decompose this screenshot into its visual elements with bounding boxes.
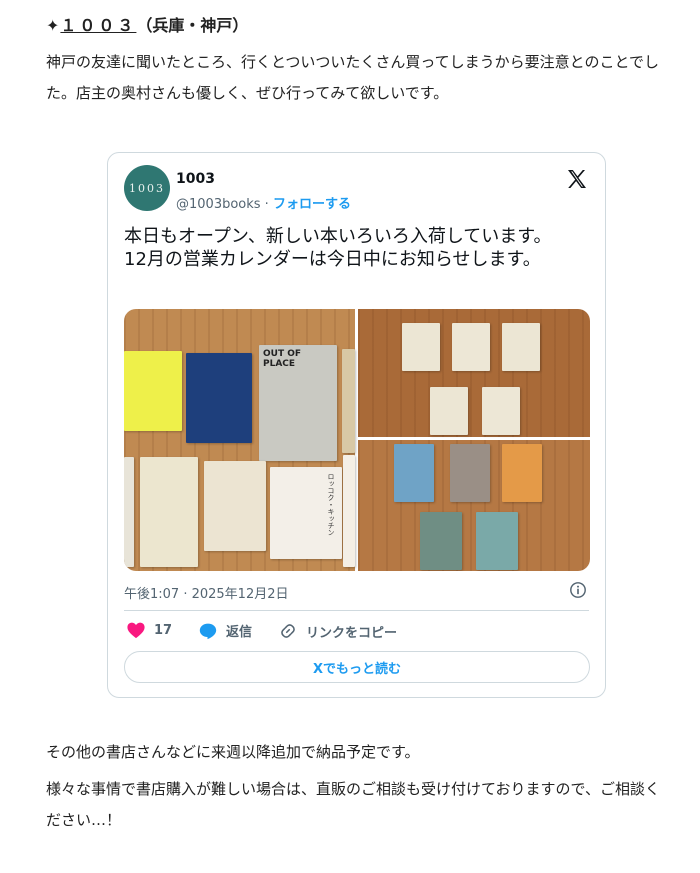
star-icon: ✦ — [46, 16, 60, 35]
heading-number[interactable]: １００３ — [60, 16, 136, 35]
embedded-tweet: 1003 1003 @1003books · フォローする 本日もオープン、新し… — [107, 152, 606, 698]
heart-icon — [127, 622, 145, 639]
book-cover — [476, 512, 518, 570]
tweet-media[interactable]: OUT OF PLACE ロッコク・キッチン — [124, 309, 590, 571]
book-cover — [140, 457, 198, 567]
card — [452, 323, 490, 371]
like-count: 17 — [154, 622, 173, 638]
book-cover — [343, 455, 355, 567]
tweet-text-line1: 本日もオープン、新しい本いろいろ入荷しています。 — [124, 226, 552, 247]
x-logo-icon[interactable] — [565, 167, 589, 191]
card — [402, 323, 440, 371]
card — [430, 387, 468, 435]
like-button[interactable]: 17 — [126, 621, 172, 639]
reply-button[interactable]: 返信 — [198, 621, 252, 640]
book-title: ロッコク・キッチン — [327, 473, 335, 536]
read-more-on-x-button[interactable]: Xでもっと読む — [124, 651, 590, 683]
book-cover — [186, 353, 252, 443]
link-icon — [281, 624, 295, 638]
book-title: OUT OF PLACE — [263, 349, 302, 369]
book-cover — [394, 444, 434, 502]
tweet-timestamp[interactable]: 午後1:07 · 2025年12月2日 — [124, 583, 289, 602]
handle[interactable]: @1003books — [176, 197, 261, 212]
tweet-text-line2: 12月の営業カレンダーは今日中にお知らせします。 — [124, 249, 541, 270]
heading-location: （兵庫・神戸） — [136, 16, 249, 35]
copy-link-button[interactable]: リンクをコピー — [278, 621, 397, 641]
book-cover — [342, 349, 355, 453]
book-cover — [420, 512, 462, 570]
photo-picture-books[interactable] — [358, 440, 590, 571]
display-name[interactable]: 1003 — [176, 171, 215, 187]
card — [482, 387, 520, 435]
user-line: @1003books · フォローする — [176, 193, 351, 212]
follow-button[interactable]: フォローする — [273, 197, 351, 212]
info-icon[interactable] — [569, 581, 587, 599]
book-cover — [502, 444, 542, 502]
photo-stationery[interactable] — [358, 309, 590, 437]
divider — [124, 610, 589, 611]
avatar[interactable]: 1003 — [124, 165, 170, 211]
reply-bubble-icon — [199, 623, 217, 639]
book-cover: OUT OF PLACE — [259, 345, 337, 461]
section-heading: ✦１００３（兵庫・神戸） — [46, 12, 248, 36]
book-cover — [204, 461, 266, 551]
book-cover — [124, 457, 134, 567]
intro-paragraph: 神戸の友達に聞いたところ、行くとついついたくさん買ってしまうから要注意とのことで… — [46, 53, 660, 102]
photo-books-table[interactable]: OUT OF PLACE ロッコク・キッチン — [124, 309, 355, 571]
card — [502, 323, 540, 371]
tweet-text: 本日もオープン、新しい本いろいろ入荷しています。 12月の営業カレンダーは今日中… — [124, 225, 586, 271]
book-cover — [124, 351, 182, 431]
separator: · — [260, 197, 273, 212]
book-cover: ロッコク・キッチン — [270, 467, 342, 559]
closing-line-2: 様々な事情で書店購入が難しい場合は、直販のご相談も受け付けておりますので、ご相談… — [46, 780, 660, 829]
copy-link-label: リンクをコピー — [306, 625, 398, 641]
book-cover — [450, 444, 490, 502]
closing-line-1: その他の書店さんなどに来週以降追加で納品予定です。 — [46, 743, 420, 761]
reply-label: 返信 — [226, 625, 253, 640]
